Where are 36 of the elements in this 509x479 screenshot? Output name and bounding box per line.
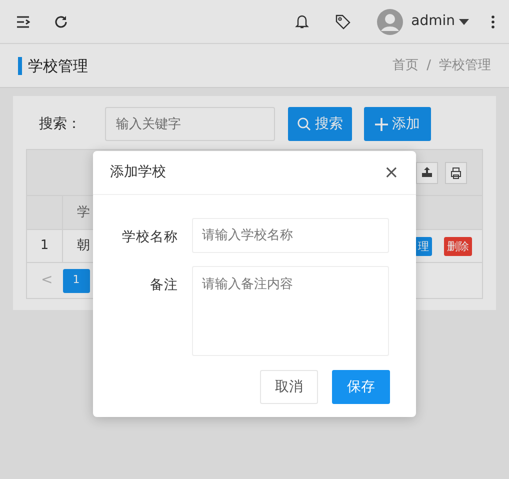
more-icon[interactable]	[491, 14, 495, 28]
upload-icon	[421, 167, 433, 178]
tag-icon[interactable]	[335, 14, 352, 30]
edit-button[interactable]: 理	[415, 236, 432, 256]
prev-page-button[interactable]: <	[41, 270, 53, 291]
search-icon	[297, 117, 311, 131]
username[interactable]: admin	[411, 11, 455, 32]
delete-button[interactable]: 删除	[444, 236, 472, 256]
export-button[interactable]	[416, 162, 438, 184]
search-button[interactable]: 搜索	[288, 107, 352, 141]
field-label: 学校名称	[121, 228, 178, 247]
breadcrumb-separator: /	[426, 56, 431, 75]
table-cell-text: 朝	[76, 237, 90, 256]
print-icon	[450, 166, 462, 178]
dialog-title: 添加学校	[110, 163, 166, 182]
table-cell: 1	[27, 230, 63, 262]
caret-icon[interactable]	[459, 18, 469, 24]
bell-icon[interactable]	[295, 14, 310, 29]
reload-icon[interactable]	[54, 14, 68, 28]
print-button[interactable]	[445, 162, 467, 184]
field-label: 备注	[149, 276, 178, 295]
page-title: 学校管理	[18, 56, 88, 74]
search-field[interactable]: 输入关键字	[105, 107, 275, 141]
plus-icon	[375, 118, 388, 130]
remark-field[interactable]: 请输入备注内容	[192, 266, 389, 356]
cancel-button[interactable]: 取消	[260, 370, 318, 404]
column-header: 学	[76, 204, 90, 222]
search-label: 搜索：	[38, 114, 82, 134]
page-button[interactable]: 1	[62, 268, 90, 292]
close-button[interactable]: ×	[384, 164, 399, 182]
add-button[interactable]: 添加	[364, 107, 431, 141]
breadcrumb-item[interactable]: 首页	[392, 56, 419, 76]
name-field[interactable]: 请输入学校名称	[192, 218, 389, 253]
breadcrumb-item[interactable]: 学校管理	[439, 56, 491, 76]
save-button[interactable]: 保存	[332, 370, 390, 404]
menu-fold-icon[interactable]	[16, 16, 30, 28]
